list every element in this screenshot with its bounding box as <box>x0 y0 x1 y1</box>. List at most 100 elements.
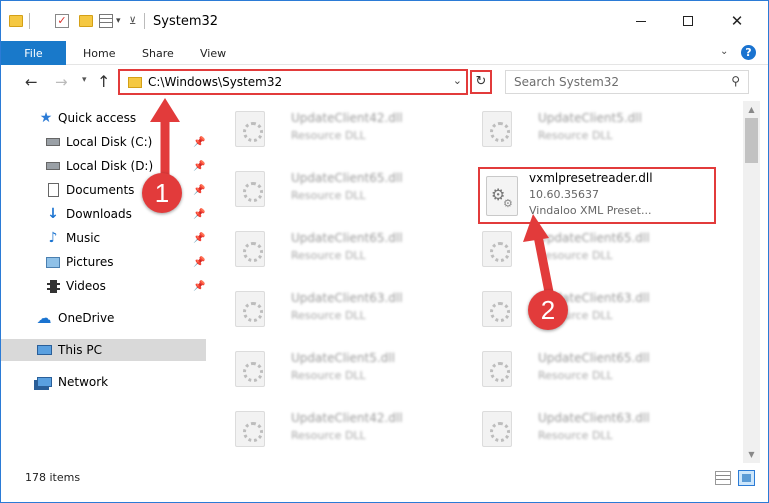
sidebar-item-quick-access[interactable]: ★ Quick access <box>1 107 206 129</box>
window-title: System32 <box>153 14 219 29</box>
sidebar-item-this-pc[interactable]: This PC <box>1 339 206 361</box>
ribbon-tabs: File Home Share View ⌄ ? <box>1 41 768 65</box>
list-item[interactable]: UpdateClient65.dll Resource DLL <box>219 225 449 273</box>
large-icons-view-icon[interactable] <box>738 470 755 486</box>
pin-icon: 📌 <box>193 160 206 172</box>
drive-icon <box>45 159 61 173</box>
recent-locations-icon[interactable]: ▾ <box>82 75 87 85</box>
vertical-scrollbar[interactable]: ▲ ▼ <box>743 101 760 463</box>
list-item[interactable]: UpdateClient5.dll Resource DLL <box>219 345 449 393</box>
list-item[interactable]: UpdateClient5.dll Resource DLL <box>466 105 696 153</box>
sidebar-item-network[interactable]: Network <box>1 371 206 393</box>
download-icon: ↓ <box>47 206 59 222</box>
help-icon[interactable]: ? <box>741 45 756 60</box>
sidebar-item-pictures[interactable]: Pictures 📌 <box>1 251 206 273</box>
navigation-pane: ★ Quick access Local Disk (C:) 📌 Local D… <box>1 101 206 463</box>
sidebar-item-music[interactable]: ♪ Music 📌 <box>1 227 206 249</box>
scroll-down-icon[interactable]: ▼ <box>743 446 760 463</box>
dll-file-icon <box>235 231 265 267</box>
dll-file-icon <box>235 111 265 147</box>
refresh-button[interactable]: ↻ <box>470 70 492 94</box>
search-box[interactable]: Search System32 ⚲ <box>505 70 749 94</box>
computer-icon <box>36 343 52 357</box>
file-description: Resource DLL <box>291 249 366 262</box>
cloud-icon: ☁ <box>36 309 52 327</box>
list-item[interactable]: UpdateClient63.dll Resource DLL <box>219 285 449 333</box>
tab-file[interactable]: File <box>1 41 66 65</box>
sidebar-item-label: OneDrive <box>58 311 115 325</box>
sidebar-item-label: Music <box>66 231 101 245</box>
title-bar: ✓ ▾ ⊻ System32 ✕ <box>1 1 768 41</box>
sidebar-item-onedrive[interactable]: ☁ OneDrive <box>1 307 206 329</box>
close-icon: ✕ <box>730 12 744 30</box>
file-name: vxmlpresetreader.dll <box>529 171 653 185</box>
list-item[interactable]: UpdateClient63.dll Resource DLL <box>466 405 696 453</box>
sidebar-item-local-disk-d[interactable]: Local Disk (D:) 📌 <box>1 155 206 177</box>
sidebar-item-label: Network <box>58 375 109 389</box>
sidebar-item-local-disk-c[interactable]: Local Disk (C:) 📌 <box>1 131 206 153</box>
highlighted-file-item[interactable]: ⚙ ⚙ vxmlpresetreader.dll 10.60.35637 Vin… <box>478 167 716 224</box>
sidebar-item-label: Quick access <box>58 111 137 125</box>
address-bar[interactable]: C:\Windows\System32 ⌄ <box>118 69 468 95</box>
scroll-thumb[interactable] <box>745 118 758 163</box>
forward-arrow-icon[interactable]: → <box>55 73 68 91</box>
sidebar-item-videos[interactable]: Videos 📌 <box>1 275 206 297</box>
dropdown-icon[interactable]: ▾ <box>116 11 121 31</box>
dll-file-icon <box>235 171 265 207</box>
title-separator <box>144 11 145 31</box>
file-explorer-window: ✓ ▾ ⊻ System32 ✕ File Home Share View ⌄ … <box>0 0 769 503</box>
status-bar: 178 items <box>1 463 768 502</box>
back-arrow-icon[interactable]: ← <box>25 73 38 91</box>
properties-icon[interactable] <box>99 11 113 31</box>
file-description: Vindaloo XML Preset... <box>529 204 652 217</box>
file-description: Resource DLL <box>538 369 613 382</box>
gear-icon: ⚙ <box>503 197 513 210</box>
sidebar-item-label: Local Disk (D:) <box>66 159 154 173</box>
search-icon[interactable]: ⚲ <box>731 74 740 88</box>
list-item[interactable]: UpdateClient42.dll Resource DLL <box>219 405 449 453</box>
file-name: UpdateClient65.dll <box>291 171 403 185</box>
item-count: 178 items <box>25 471 81 484</box>
maximize-button[interactable] <box>665 1 711 41</box>
details-view-icon[interactable] <box>715 471 731 485</box>
maximize-icon <box>683 16 693 26</box>
up-arrow-icon[interactable]: ↑ <box>97 72 110 91</box>
file-description: Resource DLL <box>291 129 366 142</box>
file-name: UpdateClient42.dll <box>291 111 403 125</box>
file-name: UpdateClient5.dll <box>291 351 395 365</box>
customize-toolbar-icon[interactable]: ⊻ <box>129 11 136 31</box>
file-description: Resource DLL <box>538 249 613 262</box>
pictures-icon <box>45 255 61 269</box>
expand-ribbon-icon[interactable]: ⌄ <box>720 46 728 57</box>
star-icon: ★ <box>39 110 53 126</box>
dll-file-icon <box>482 291 512 327</box>
search-input[interactable]: Search System32 <box>514 75 619 89</box>
navigation-bar: ← → ▾ ↑ C:\Windows\System32 ⌄ ↻ Search S… <box>1 65 768 101</box>
dll-file-icon <box>482 351 512 387</box>
close-button[interactable]: ✕ <box>714 1 760 41</box>
list-item[interactable]: UpdateClient42.dll Resource DLL <box>219 105 449 153</box>
list-item[interactable]: UpdateClient65.dll Resource DLL <box>466 225 696 273</box>
folder-icon <box>9 11 23 31</box>
list-item[interactable]: UpdateClient65.dll Resource DLL <box>466 345 696 393</box>
file-name: UpdateClient65.dll <box>538 351 650 365</box>
folder-icon <box>128 77 142 88</box>
file-version: 10.60.35637 <box>529 188 599 201</box>
file-description: Resource DLL <box>538 429 613 442</box>
address-path[interactable]: C:\Windows\System32 <box>148 75 282 89</box>
chevron-down-icon[interactable]: ⌄ <box>453 74 462 87</box>
file-name: UpdateClient65.dll <box>291 231 403 245</box>
new-folder-icon[interactable] <box>79 11 93 31</box>
checkbox-icon[interactable]: ✓ <box>55 11 69 31</box>
pin-icon: 📌 <box>193 136 206 148</box>
file-description: Resource DLL <box>538 129 613 142</box>
tab-home[interactable]: Home <box>83 41 115 65</box>
list-item[interactable]: UpdateClient65.dll Resource DLL <box>219 165 449 213</box>
minimize-button[interactable] <box>618 1 664 41</box>
sidebar-item-label: Local Disk (C:) <box>66 135 153 149</box>
tab-share[interactable]: Share <box>142 41 174 65</box>
list-item[interactable]: UpdateClient63.dll Resource DLL <box>466 285 696 333</box>
file-name: UpdateClient63.dll <box>291 291 403 305</box>
scroll-up-icon[interactable]: ▲ <box>743 101 760 118</box>
tab-view[interactable]: View <box>200 41 226 65</box>
